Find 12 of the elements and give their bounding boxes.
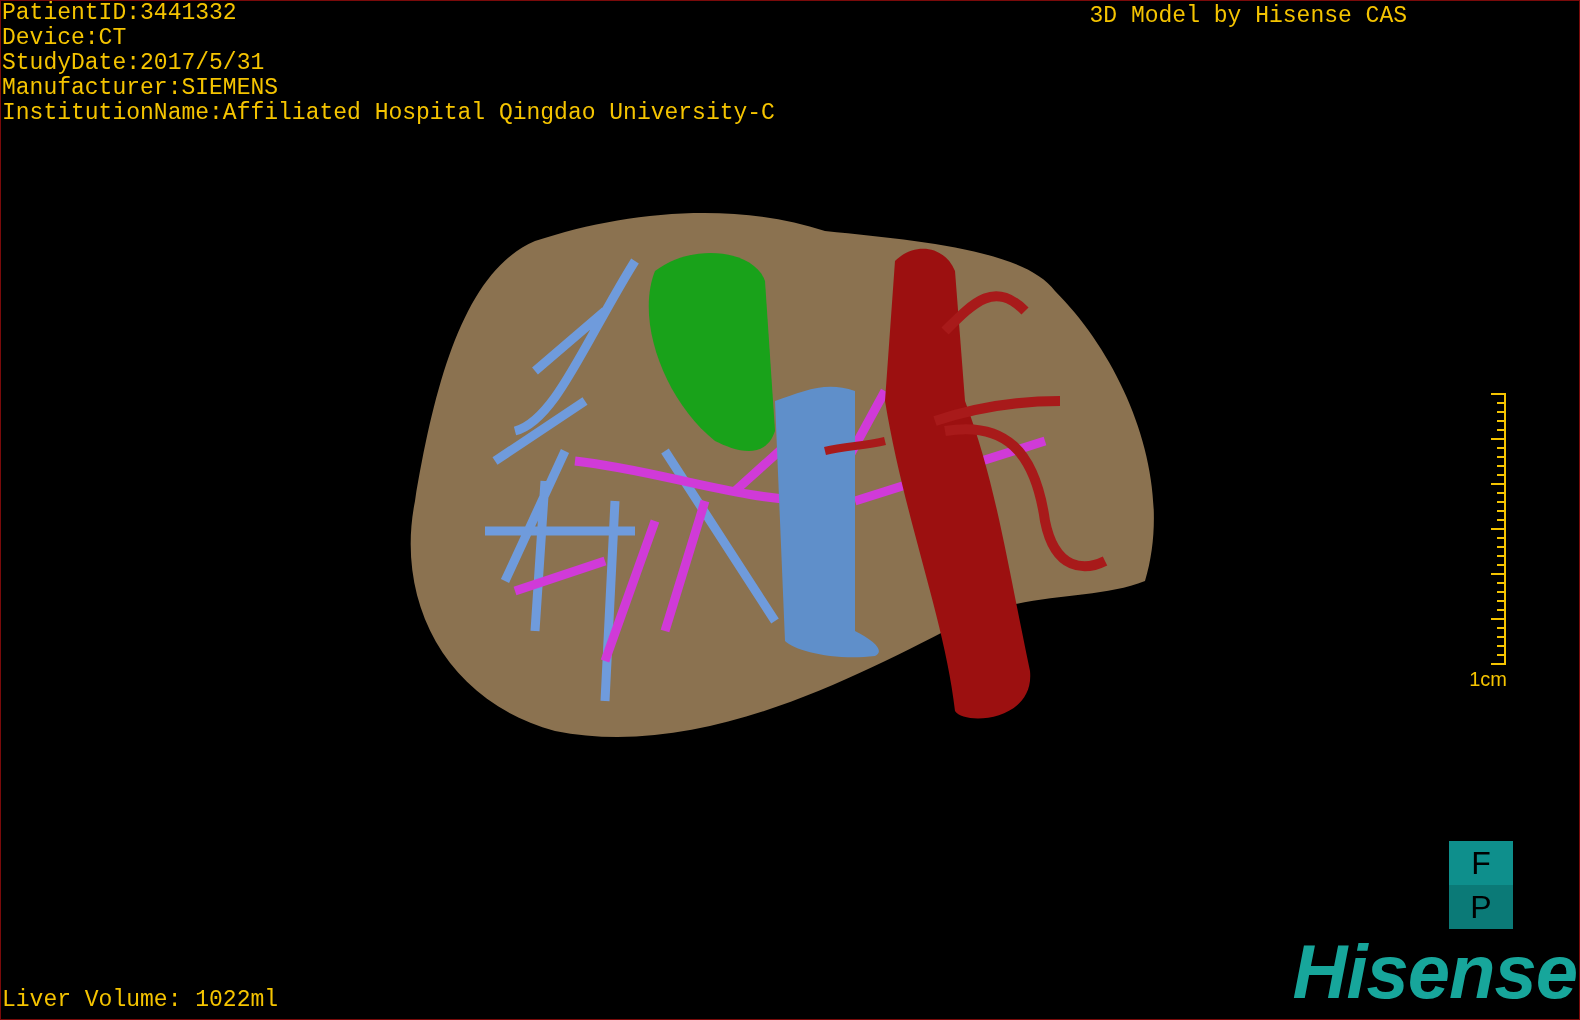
volume-text: Liver Volume: 1022ml	[1, 987, 279, 1015]
orientation-marker: P	[1449, 885, 1513, 929]
orientation-marker: F	[1449, 841, 1513, 885]
info-text: PatientID:3441332	[2, 1, 238, 26]
viewer-title: 3D Model by Hisense CAS	[1089, 2, 1407, 31]
info-text: InstitutionName:Affiliated Hospital Qingdao University-C	[2, 101, 775, 126]
info-text: Device:CT	[2, 26, 128, 51]
brand-logo: Hisense	[1292, 937, 1577, 1007]
scale-bar-icon	[1489, 392, 1507, 666]
scale-label: 1cm	[1469, 668, 1507, 691]
info-text: StudyDate:2017/5/31	[2, 51, 266, 76]
info-text: Manufacturer:SIEMENS	[2, 76, 280, 101]
